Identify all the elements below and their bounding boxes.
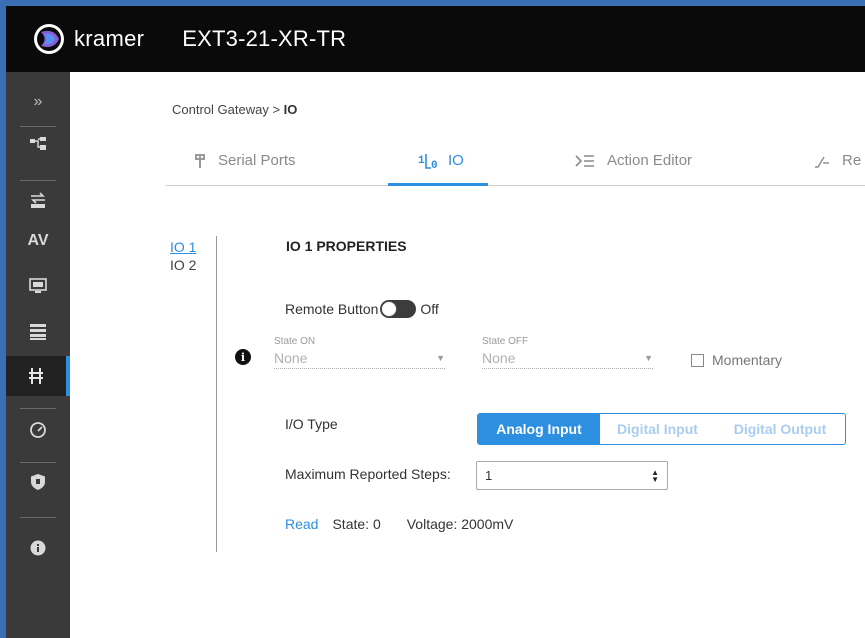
tab-action-editor[interactable]: Action Editor: [575, 152, 692, 169]
tab-relays[interactable]: Re: [814, 152, 861, 169]
kramer-logo-icon: [34, 24, 64, 54]
state-on-value: None: [274, 349, 308, 366]
properties-title: IO 1 PROPERTIES: [286, 238, 407, 254]
breadcrumb-parent[interactable]: Control Gateway: [172, 102, 269, 117]
app-frame: [0, 0, 865, 638]
io-type-digital-input[interactable]: Digital Input: [600, 414, 715, 444]
auto-switch-icon: [31, 192, 45, 208]
sidebar-item-av[interactable]: AV: [6, 223, 70, 259]
remote-button-row: Remote Button Off: [285, 300, 439, 318]
sidebar-item-settings[interactable]: [6, 314, 70, 350]
edid-icon: [29, 278, 47, 293]
tab-label: IO: [448, 152, 464, 169]
sidebar-item-security[interactable]: [6, 464, 70, 500]
control-gateway-icon: [29, 368, 43, 384]
action-editor-icon: [575, 154, 595, 167]
tab-bar: Serial Ports 1 0 IO Action Editor Re: [166, 140, 865, 186]
double-chevron-right-icon: »: [33, 93, 43, 110]
io-item-2[interactable]: IO 2: [170, 257, 196, 273]
breadcrumb: Control Gateway > IO: [172, 102, 297, 117]
sidebar-divider: [20, 408, 56, 409]
remote-button-label: Remote Button: [285, 301, 379, 317]
read-link[interactable]: Read: [285, 516, 318, 532]
tab-serial-ports[interactable]: Serial Ports: [194, 152, 296, 169]
sidebar-expand[interactable]: »: [6, 84, 70, 120]
max-steps-value: 1: [485, 468, 493, 483]
state-off-select[interactable]: State OFF None ▼: [482, 336, 653, 369]
gauge-icon: [30, 422, 46, 438]
sidebar-divider: [20, 180, 56, 181]
routing-icon: [30, 137, 46, 150]
sidebar-item-diagnostics[interactable]: [6, 412, 70, 448]
io-type-analog-input[interactable]: Analog Input: [478, 414, 600, 444]
stepper-arrows-icon[interactable]: ▲ ▼: [651, 468, 659, 483]
relay-icon: [814, 154, 830, 168]
state-on-label: State ON: [274, 336, 316, 347]
tab-label: Action Editor: [607, 152, 693, 169]
state-off-value-box[interactable]: None ▼: [482, 347, 653, 369]
state-on-select[interactable]: State ON None ▼: [274, 336, 445, 369]
sidebar-item-control-gateway[interactable]: [6, 356, 70, 396]
state-off-label: State OFF: [482, 336, 529, 347]
sidebar-item-about[interactable]: [6, 530, 70, 566]
sidebar-item-auto-switching[interactable]: [6, 182, 70, 218]
chevron-down-icon: ▼: [644, 352, 653, 363]
max-steps-stepper[interactable]: 1 ▲ ▼: [476, 461, 668, 490]
tab-io[interactable]: 1 0 IO: [418, 152, 464, 169]
tab-label: Re: [842, 152, 862, 169]
sidebar: » AV: [6, 72, 70, 638]
brand-name: kramer: [74, 26, 145, 51]
momentary-checkbox-row[interactable]: Momentary: [691, 352, 782, 368]
io-divider: [216, 236, 217, 552]
breadcrumb-separator: >: [272, 102, 281, 117]
info-icon[interactable]: i: [235, 349, 251, 365]
state-off-value: None: [482, 349, 516, 366]
toggle-knob: [381, 301, 398, 317]
top-bar: kramer EXT3-21-XR-TR: [6, 6, 865, 72]
tab-label: Serial Ports: [218, 152, 296, 169]
remote-button-state: Off: [420, 301, 439, 317]
sidebar-divider: [20, 517, 56, 518]
momentary-checkbox[interactable]: [691, 353, 704, 367]
remote-button-toggle[interactable]: [380, 300, 417, 318]
io-type-segmented-control: Analog Input Digital Input Digital Outpu…: [477, 413, 846, 445]
sidebar-divider: [20, 462, 56, 463]
sidebar-av-label: AV: [27, 232, 49, 249]
momentary-label: Momentary: [712, 352, 783, 368]
kramer-logo: kramer: [32, 22, 144, 56]
read-voltage: Voltage: 2000mV: [406, 516, 514, 532]
io-list: IO 1 IO 2: [170, 239, 196, 275]
read-state: State: 0: [332, 516, 381, 532]
info-icon: [30, 540, 46, 556]
active-tab-indicator: [388, 183, 488, 186]
io-type-digital-output[interactable]: Digital Output: [715, 414, 845, 444]
breadcrumb-current: IO: [283, 102, 298, 117]
shield-icon: [31, 474, 45, 490]
io-item-1[interactable]: IO 1: [170, 239, 196, 255]
io-icon: 1 0: [418, 153, 440, 169]
read-status-row: Read State: 0 Voltage: 2000mV: [285, 516, 513, 532]
device-name: EXT3-21-XR-TR: [182, 26, 347, 51]
state-on-value-box[interactable]: None ▼: [274, 347, 445, 369]
device-settings-icon: [30, 324, 46, 340]
max-steps-label: Maximum Reported Steps:: [285, 466, 451, 482]
sidebar-item-edid[interactable]: [6, 268, 70, 304]
svg-text:0: 0: [431, 160, 438, 169]
svg-text:1: 1: [418, 155, 425, 167]
io-type-label: I/O Type: [285, 416, 338, 432]
serial-port-icon: [194, 153, 206, 168]
chevron-down-icon: ▼: [436, 352, 445, 363]
sidebar-item-routing[interactable]: [6, 126, 70, 162]
